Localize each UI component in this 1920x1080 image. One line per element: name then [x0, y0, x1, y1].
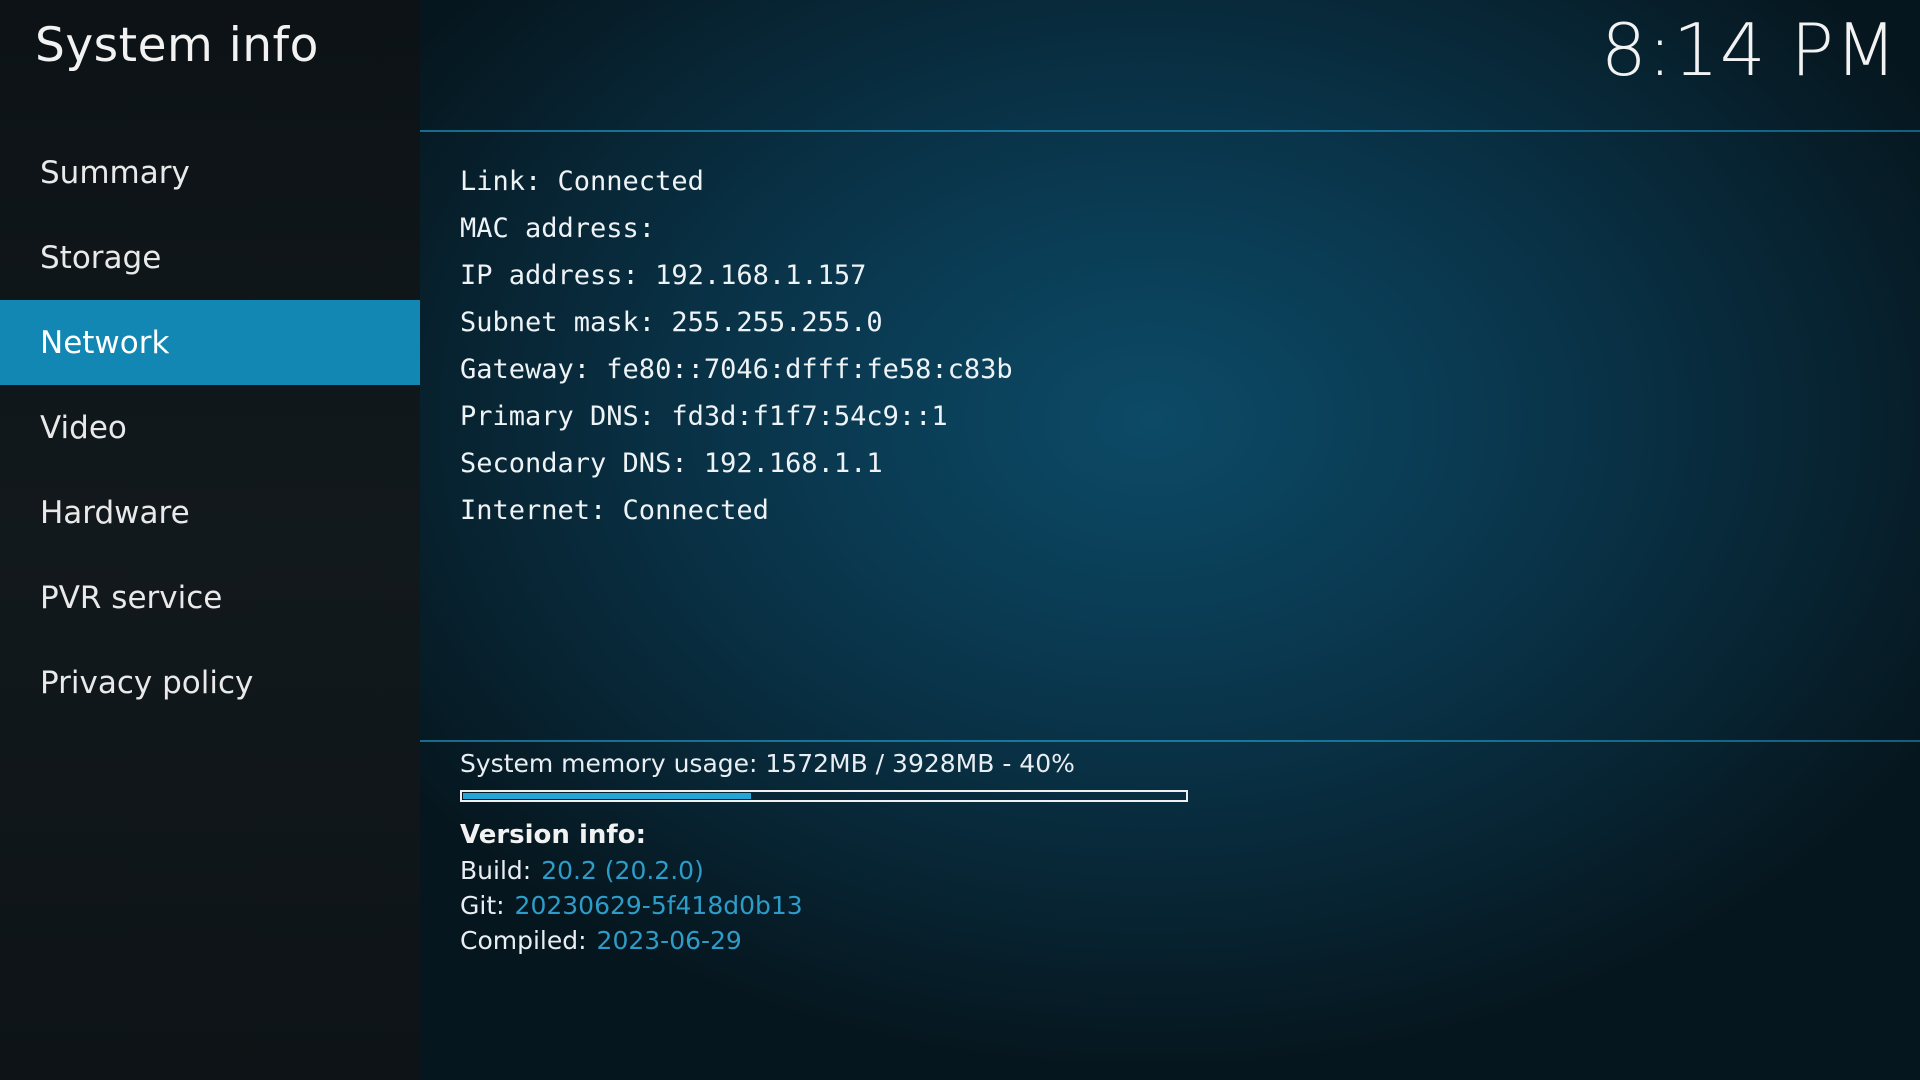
memory-usage-label: System memory usage: 1572MB / 3928MB - 4… — [460, 749, 1075, 778]
sidebar-item-label: Hardware — [40, 494, 190, 531]
page-title: System info — [35, 18, 319, 73]
sidebar-item-label: Network — [40, 324, 170, 361]
version-build-label: Build: — [460, 856, 532, 885]
version-git-label: Git: — [460, 891, 505, 920]
version-git-row: Git: 20230629-5f418d0b13 — [460, 891, 803, 920]
network-secondary-dns: Secondary DNS: 192.168.1.1 — [460, 448, 883, 479]
network-internet-status: Internet: Connected — [460, 495, 769, 526]
version-build-row: Build: 20.2 (20.2.0) — [460, 856, 704, 885]
sidebar-item-pvr-service[interactable]: PVR service — [0, 555, 420, 640]
sidebar-item-label: Video — [40, 409, 127, 446]
network-gateway: Gateway: fe80::7046:dfff:fe58:c83b — [460, 354, 1013, 385]
sidebar-item-hardware[interactable]: Hardware — [0, 470, 420, 555]
network-info-list: Link: Connected MAC address: IP address:… — [460, 162, 1013, 538]
sidebar-item-summary[interactable]: Summary — [0, 130, 420, 215]
version-git-value: 20230629-5f418d0b13 — [514, 891, 803, 920]
sidebar: System info Summary Storage Network Vide… — [0, 0, 420, 1080]
sidebar-item-label: PVR service — [40, 579, 223, 616]
network-primary-dns: Primary DNS: fd3d:f1f7:54c9::1 — [460, 401, 948, 432]
version-build-value: 20.2 (20.2.0) — [541, 856, 704, 885]
sidebar-item-label: Summary — [40, 154, 190, 191]
sidebar-nav: Summary Storage Network Video Hardware P… — [0, 130, 420, 725]
sidebar-item-label: Privacy policy — [40, 664, 254, 701]
network-link-status: Link: Connected — [460, 166, 704, 197]
memory-usage-bar-fill — [463, 793, 751, 799]
version-info-title: Version info: — [460, 820, 646, 850]
network-mac-address: MAC address: — [460, 213, 672, 244]
top-divider — [420, 130, 1920, 132]
version-compiled-value: 2023-06-29 — [596, 926, 742, 955]
memory-usage-bar — [460, 790, 1188, 802]
sidebar-item-video[interactable]: Video — [0, 385, 420, 470]
bottom-divider — [420, 740, 1920, 742]
network-ip-address: IP address: 192.168.1.157 — [460, 260, 867, 291]
system-info-screen: System info Summary Storage Network Vide… — [0, 0, 1920, 1080]
network-subnet-mask: Subnet mask: 255.255.255.0 — [460, 307, 883, 338]
clock: 8:14 PM — [1600, 8, 1898, 92]
version-compiled-label: Compiled: — [460, 926, 587, 955]
sidebar-item-network[interactable]: Network — [0, 300, 420, 385]
sidebar-item-storage[interactable]: Storage — [0, 215, 420, 300]
sidebar-item-label: Storage — [40, 239, 162, 276]
sidebar-item-privacy-policy[interactable]: Privacy policy — [0, 640, 420, 725]
version-compiled-row: Compiled: 2023-06-29 — [460, 926, 742, 955]
